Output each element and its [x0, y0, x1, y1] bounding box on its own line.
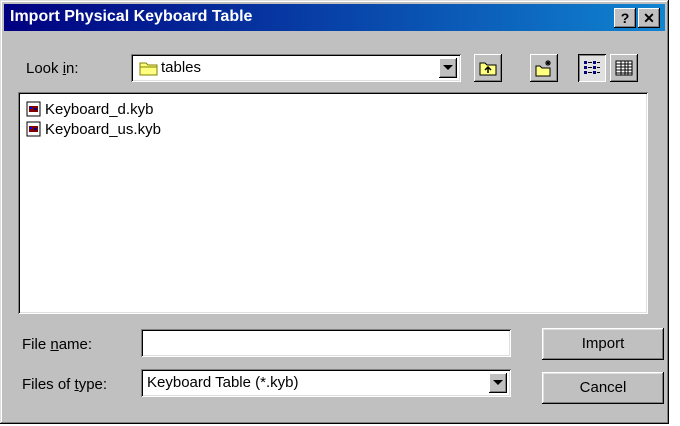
- keyboard-table-file-icon: [26, 101, 42, 117]
- chevron-down-icon: [493, 380, 503, 385]
- look-in-value: tables: [161, 59, 202, 76]
- import-button[interactable]: Import: [542, 328, 664, 360]
- create-new-folder-button[interactable]: [530, 54, 558, 82]
- file-name: Keyboard_us.kyb: [45, 121, 161, 138]
- help-button[interactable]: ?: [614, 8, 636, 28]
- files-of-type-combo[interactable]: Keyboard Table (*.kyb): [141, 369, 511, 397]
- window-title: Import Physical Keyboard Table: [10, 8, 253, 25]
- files-of-type-label: Files of type:: [22, 376, 108, 393]
- chevron-down-icon: [443, 65, 453, 70]
- title-bar[interactable]: Import Physical Keyboard Table ? ✕: [4, 4, 665, 31]
- import-dialog: Import Physical Keyboard Table ? ✕ Look …: [0, 0, 669, 424]
- file-item[interactable]: Keyboard_d.kyb: [26, 100, 153, 120]
- details-view-button[interactable]: [610, 54, 638, 82]
- files-of-type-dropdown-button[interactable]: [489, 373, 507, 393]
- file-name: Keyboard_d.kyb: [45, 101, 154, 118]
- cancel-button[interactable]: Cancel: [542, 372, 664, 404]
- files-of-type-value: Keyboard Table (*.kyb): [147, 374, 299, 391]
- details-view-icon: [615, 60, 633, 76]
- close-button[interactable]: ✕: [638, 8, 660, 28]
- look-in-combo[interactable]: tables: [131, 54, 461, 82]
- keyboard-table-file-icon: [26, 121, 42, 137]
- up-one-level-icon: [479, 62, 497, 76]
- file-list[interactable]: Keyboard_d.kyb Keyboard_us.kyb: [18, 92, 648, 314]
- create-new-folder-icon: [535, 60, 551, 77]
- up-one-level-button[interactable]: [474, 54, 502, 82]
- file-item[interactable]: Keyboard_us.kyb: [26, 120, 161, 140]
- file-name-input[interactable]: [141, 329, 511, 357]
- folder-icon: [139, 60, 159, 80]
- look-in-dropdown-button[interactable]: [439, 58, 457, 78]
- list-view-icon: [584, 61, 600, 74]
- list-view-button[interactable]: [578, 54, 606, 82]
- file-name-label: File name:: [22, 336, 93, 353]
- look-in-label: Look in:: [26, 60, 79, 77]
